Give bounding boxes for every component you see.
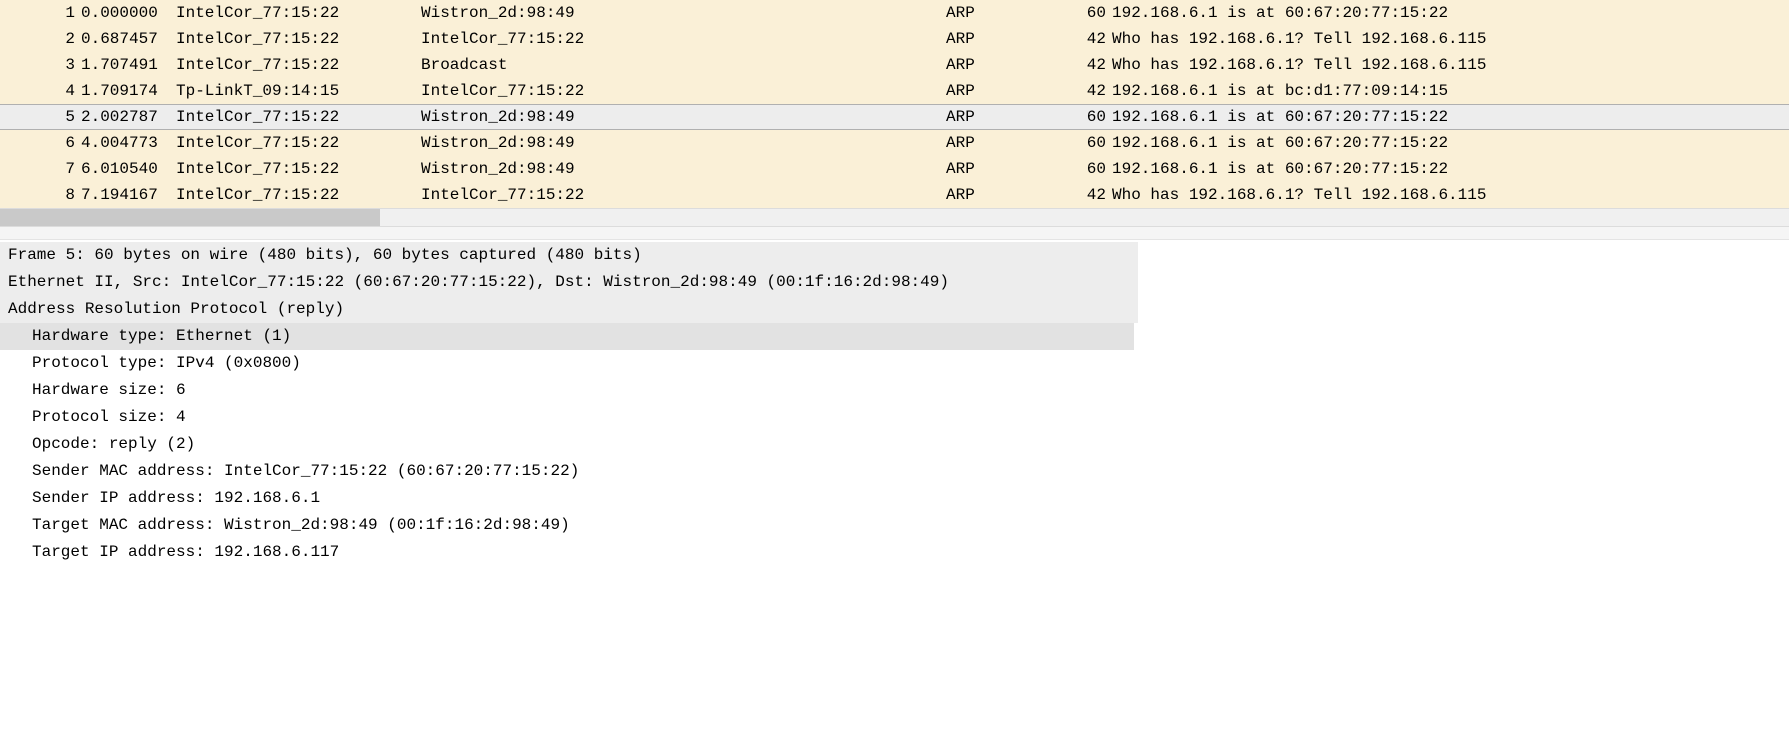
detail-field-target-ip[interactable]: Target IP address: 192.168.6.117: [8, 539, 1789, 566]
packet-time: 6.010540: [81, 156, 176, 182]
packet-source: IntelCor_77:15:22: [176, 0, 421, 26]
packet-destination: IntelCor_77:15:22: [421, 182, 946, 208]
packet-row[interactable]: 76.010540IntelCor_77:15:22Wistron_2d:98:…: [0, 156, 1789, 182]
packet-protocol: ARP: [946, 182, 1051, 208]
packet-number: 3: [0, 52, 81, 78]
packet-source: IntelCor_77:15:22: [176, 26, 421, 52]
packet-protocol: ARP: [946, 52, 1051, 78]
packet-row[interactable]: 20.687457IntelCor_77:15:22IntelCor_77:15…: [0, 26, 1789, 52]
packet-info: 192.168.6.1 is at 60:67:20:77:15:22: [1112, 0, 1789, 26]
packet-protocol: ARP: [946, 26, 1051, 52]
packet-number: 2: [0, 26, 81, 52]
packet-destination: Wistron_2d:98:49: [421, 0, 946, 26]
packet-length: 60: [1051, 156, 1112, 182]
packet-row[interactable]: 31.707491IntelCor_77:15:22BroadcastARP42…: [0, 52, 1789, 78]
packet-row[interactable]: 52.002787IntelCor_77:15:22Wistron_2d:98:…: [0, 104, 1789, 130]
packet-row[interactable]: 64.004773IntelCor_77:15:22Wistron_2d:98:…: [0, 130, 1789, 156]
detail-field-protocol-type[interactable]: Protocol type: IPv4 (0x0800): [8, 350, 1789, 377]
horizontal-scrollbar[interactable]: [0, 208, 1789, 227]
detail-field-protocol-size[interactable]: Protocol size: 4: [8, 404, 1789, 431]
packet-length: 42: [1051, 26, 1112, 52]
packet-length: 60: [1051, 0, 1112, 26]
packet-details[interactable]: Frame 5: 60 bytes on wire (480 bits), 60…: [0, 240, 1789, 566]
packet-number: 1: [0, 0, 81, 26]
packet-destination: IntelCor_77:15:22: [421, 78, 946, 104]
packet-info: Who has 192.168.6.1? Tell 192.168.6.115: [1112, 26, 1789, 52]
packet-length: 42: [1051, 182, 1112, 208]
detail-field-hardware-type[interactable]: Hardware type: Ethernet (1): [0, 323, 1134, 350]
scrollbar-thumb[interactable]: [0, 209, 380, 226]
detail-field-hardware-size[interactable]: Hardware size: 6: [8, 377, 1789, 404]
packet-time: 1.707491: [81, 52, 176, 78]
packet-source: IntelCor_77:15:22: [176, 156, 421, 182]
detail-field-sender-ip[interactable]: Sender IP address: 192.168.6.1: [8, 485, 1789, 512]
packet-list[interactable]: 10.000000IntelCor_77:15:22Wistron_2d:98:…: [0, 0, 1789, 208]
packet-protocol: ARP: [946, 78, 1051, 104]
packet-row[interactable]: 87.194167IntelCor_77:15:22IntelCor_77:15…: [0, 182, 1789, 208]
detail-field-opcode[interactable]: Opcode: reply (2): [8, 431, 1789, 458]
packet-protocol: ARP: [946, 156, 1051, 182]
packet-destination: Wistron_2d:98:49: [421, 130, 946, 156]
packet-protocol: ARP: [946, 105, 1051, 129]
detail-ethernet-summary[interactable]: Ethernet II, Src: IntelCor_77:15:22 (60:…: [0, 269, 1138, 296]
packet-info: Who has 192.168.6.1? Tell 192.168.6.115: [1112, 182, 1789, 208]
packet-time: 0.000000: [81, 0, 176, 26]
packet-length: 42: [1051, 78, 1112, 104]
packet-source: IntelCor_77:15:22: [176, 52, 421, 78]
packet-time: 0.687457: [81, 26, 176, 52]
packet-source: IntelCor_77:15:22: [176, 130, 421, 156]
packet-number: 7: [0, 156, 81, 182]
packet-source: Tp-LinkT_09:14:15: [176, 78, 421, 104]
packet-info: 192.168.6.1 is at 60:67:20:77:15:22: [1112, 130, 1789, 156]
packet-protocol: ARP: [946, 0, 1051, 26]
packet-destination: Wistron_2d:98:49: [421, 156, 946, 182]
packet-row[interactable]: 41.709174Tp-LinkT_09:14:15IntelCor_77:15…: [0, 78, 1789, 104]
packet-time: 1.709174: [81, 78, 176, 104]
detail-arp-summary[interactable]: Address Resolution Protocol (reply): [0, 296, 1138, 323]
packet-number: 8: [0, 182, 81, 208]
packet-info: 192.168.6.1 is at bc:d1:77:09:14:15: [1112, 78, 1789, 104]
packet-protocol: ARP: [946, 130, 1051, 156]
packet-time: 4.004773: [81, 130, 176, 156]
packet-source: IntelCor_77:15:22: [176, 182, 421, 208]
packet-destination: Wistron_2d:98:49: [421, 105, 946, 129]
packet-info: 192.168.6.1 is at 60:67:20:77:15:22: [1112, 105, 1789, 129]
packet-length: 60: [1051, 105, 1112, 129]
pane-divider[interactable]: [0, 227, 1789, 240]
packet-destination: IntelCor_77:15:22: [421, 26, 946, 52]
detail-frame-summary[interactable]: Frame 5: 60 bytes on wire (480 bits), 60…: [0, 242, 1138, 269]
packet-number: 5: [0, 105, 81, 129]
packet-number: 6: [0, 130, 81, 156]
packet-destination: Broadcast: [421, 52, 946, 78]
packet-row[interactable]: 10.000000IntelCor_77:15:22Wistron_2d:98:…: [0, 0, 1789, 26]
detail-field-target-mac[interactable]: Target MAC address: Wistron_2d:98:49 (00…: [8, 512, 1789, 539]
packet-length: 60: [1051, 130, 1112, 156]
detail-field-sender-mac[interactable]: Sender MAC address: IntelCor_77:15:22 (6…: [8, 458, 1789, 485]
packet-length: 42: [1051, 52, 1112, 78]
packet-time: 2.002787: [81, 105, 176, 129]
packet-source: IntelCor_77:15:22: [176, 105, 421, 129]
packet-time: 7.194167: [81, 182, 176, 208]
packet-number: 4: [0, 78, 81, 104]
packet-info: Who has 192.168.6.1? Tell 192.168.6.115: [1112, 52, 1789, 78]
packet-info: 192.168.6.1 is at 60:67:20:77:15:22: [1112, 156, 1789, 182]
